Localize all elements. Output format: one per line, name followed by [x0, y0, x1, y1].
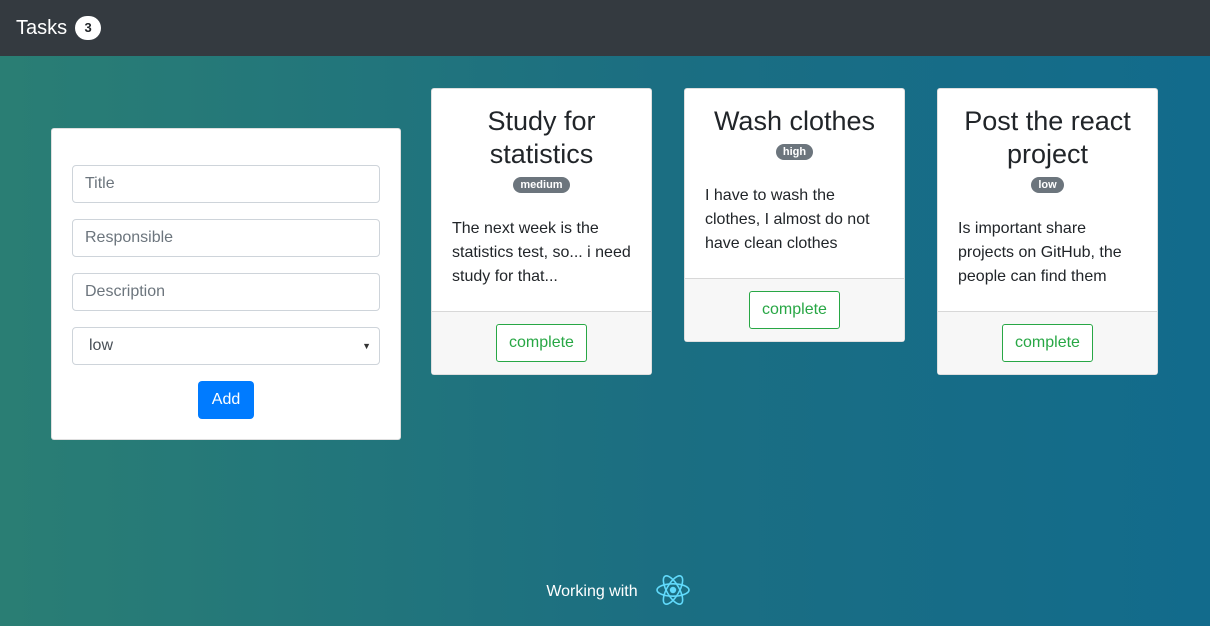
task-card: Study for statistics medium The next wee… [431, 88, 652, 375]
task-count-badge: 3 [75, 16, 102, 40]
complete-button[interactable]: complete [1002, 324, 1093, 362]
navbar-brand[interactable]: Tasks 3 [16, 16, 102, 40]
description-input[interactable] [72, 273, 380, 311]
task-card-footer: complete [938, 311, 1157, 374]
task-card-header: Wash clothes high [685, 89, 904, 160]
footer-text: Working with [546, 583, 638, 600]
priority-badge: high [775, 144, 814, 160]
react-logo-icon [654, 572, 692, 613]
task-card: Wash clothes high I have to wash the clo… [684, 88, 905, 342]
page-footer: Working with [0, 572, 1210, 612]
task-description: Is important share projects on GitHub, t… [958, 220, 1122, 285]
task-title: Wash clothes [713, 106, 876, 136]
priority-select[interactable]: low ▼ [72, 327, 380, 365]
task-card-footer: complete [432, 311, 651, 374]
add-button[interactable]: Add [198, 381, 254, 419]
responsible-input[interactable] [72, 219, 380, 257]
task-card: Post the react project low Is important … [937, 88, 1158, 375]
priority-badge: low [1031, 177, 1064, 193]
task-card-footer: complete [685, 278, 904, 341]
task-title: Post the react project [964, 106, 1131, 169]
complete-button[interactable]: complete [749, 291, 840, 329]
chevron-down-icon: ▼ [362, 341, 371, 351]
title-input[interactable] [72, 165, 380, 203]
complete-button[interactable]: complete [496, 324, 587, 362]
task-description: I have to wash the clothes, I almost do … [705, 187, 870, 252]
task-title: Study for statistics [487, 106, 596, 169]
task-description: The next week is the statistics test, so… [452, 220, 631, 285]
task-form-card: low ▼ Add [51, 128, 401, 440]
priority-badge: medium [513, 177, 570, 193]
navbar-title: Tasks [16, 16, 68, 39]
task-card-header: Study for statistics medium [432, 89, 651, 193]
navbar: Tasks 3 [0, 0, 1210, 56]
task-card-header: Post the react project low [938, 89, 1157, 193]
priority-select-value: low [89, 337, 114, 354]
